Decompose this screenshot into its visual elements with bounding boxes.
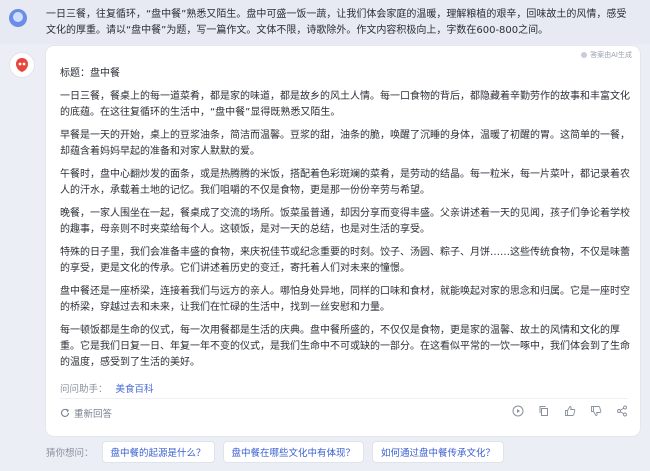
essay-title: 标题：盘中餐 [60, 68, 120, 79]
thumbs-up-icon[interactable] [564, 405, 576, 417]
share-icon[interactable] [616, 405, 628, 417]
play-audio-icon[interactable] [512, 405, 524, 417]
source-tag-link[interactable]: 美食百科 [116, 381, 154, 395]
answer-actions [512, 405, 628, 417]
essay-paragraph: 晚餐，一家人围坐在一起，餐桌成了交流的场所。饭菜虽普通，却因分享而变得丰盛。父亲… [60, 208, 630, 235]
source-label: 问问助手： [60, 384, 108, 395]
suggestion-chip[interactable]: 盘中餐在哪些文化中有体现？ [222, 441, 365, 463]
ai-generated-badge: 答案由AI生成 [581, 50, 632, 60]
suggest-label: 猜你想问： [46, 448, 94, 459]
essay-paragraph: 午餐时，盘中心翻炒发的面条，或是热腾腾的米饭，搭配着色彩斑斓的菜肴，是劳动的结晶… [60, 169, 630, 196]
divider [60, 398, 628, 399]
suggested-questions: 猜你想问： 盘中餐的起源是什么？ 盘中餐在哪些文化中有体现？ 如何通过盘中餐传承… [46, 441, 505, 463]
regenerate-button[interactable]: 重新回答 [60, 406, 112, 420]
essay-paragraph: 每一顿饭都是生命的仪式，每一次用餐都是生活的庆典。盘中餐所盛的，不仅仅是食物，更… [60, 325, 630, 368]
user-message: 一日三餐，往复循环，“盘中餐”熟悉又陌生。盘中可盛一饭一蔬，让我们体会家庭的温暖… [0, 0, 650, 44]
essay-paragraph: 特殊的日子里，我们会准备丰盛的食物，来庆祝佳节或纪念重要的时刻。饺子、汤圆、粽子… [60, 247, 630, 274]
answer-card: 答案由AI生成 标题：盘中餐 一日三餐，餐桌上的每一道菜肴，都是家的味道，都是故… [46, 46, 640, 436]
suggestion-chip[interactable]: 盘中餐的起源是什么？ [101, 441, 215, 463]
answer-content: 标题：盘中餐 一日三餐，餐桌上的每一道菜肴，都是家的味道，都是故乡的风土人情。每… [60, 66, 630, 378]
suggestion-chip[interactable]: 如何通过盘中餐传承文化？ [372, 441, 505, 463]
essay-paragraph: 早餐是一天的开始，桌上的豆浆油条，简洁而温馨。豆浆的甜，油条的脆，唤醒了沉睡的身… [60, 130, 630, 157]
info-icon [581, 52, 588, 58]
source-row: 问问助手： 美食百科 [60, 381, 154, 395]
assistant-avatar [9, 52, 35, 78]
user-prompt-text: 一日三餐，往复循环，“盘中餐”熟悉又陌生。盘中可盛一饭一蔬，让我们体会家庭的温暖… [46, 9, 627, 36]
copy-icon[interactable] [538, 405, 550, 417]
essay-paragraph: 一日三餐，餐桌上的每一道菜肴，都是家的味道，都是故乡的风土人情。每一口食物的背后… [60, 91, 630, 118]
thumbs-down-icon[interactable] [590, 405, 602, 417]
ai-generated-label: 答案由AI生成 [590, 51, 632, 59]
assistant-logo-icon [16, 58, 28, 72]
regenerate-label: 重新回答 [74, 409, 113, 420]
essay-paragraph: 盘中餐还是一座桥梁，连接着我们与远方的亲人。哪怕身处异地，同样的口味和食材，就能… [60, 286, 630, 313]
user-avatar [9, 9, 27, 27]
refresh-icon [61, 408, 70, 417]
